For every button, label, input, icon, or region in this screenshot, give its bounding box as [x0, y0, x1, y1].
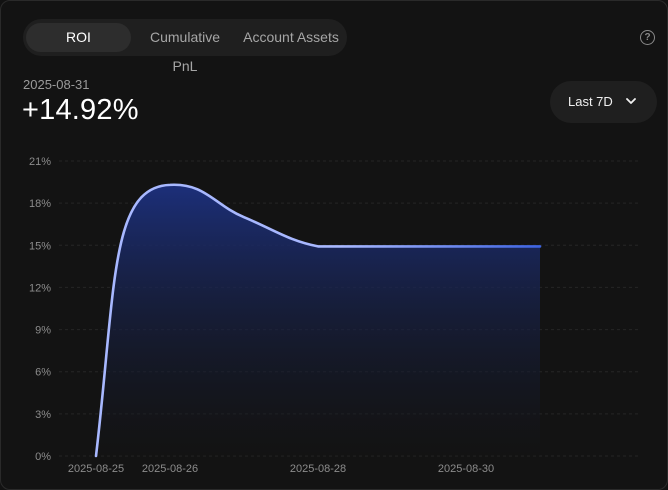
y-axis-ticks: 0% 3% 6% 9% 12% 15% 18% 21% [29, 156, 51, 463]
y-tick-label: 15% [29, 240, 51, 252]
x-axis-ticks: 2025-08-25 2025-08-26 2025-08-28 2025-08-30 [68, 463, 494, 475]
roi-chart: 0%3%6%9%12%15%18%21% 2025-08-25 2025-08-2… [29, 156, 641, 475]
y-tick-label: 0% [35, 451, 51, 463]
roi-area [96, 184, 540, 456]
x-tick-label: 2025-08-25 [68, 463, 124, 475]
y-tick-label: 3% [35, 409, 51, 421]
y-tick-label: 21% [29, 156, 51, 168]
x-tick-label: 2025-08-26 [142, 463, 198, 475]
y-tick-label: 9% [35, 325, 51, 337]
y-tick-label: 18% [29, 198, 51, 210]
x-tick-label: 2025-08-28 [290, 463, 346, 475]
y-tick-label: 12% [29, 282, 51, 294]
x-tick-label: 2025-08-30 [438, 463, 494, 475]
roi-card: ROI Cumulative PnL Account Assets ? 2025… [0, 0, 668, 490]
y-tick-label: 6% [35, 367, 51, 379]
